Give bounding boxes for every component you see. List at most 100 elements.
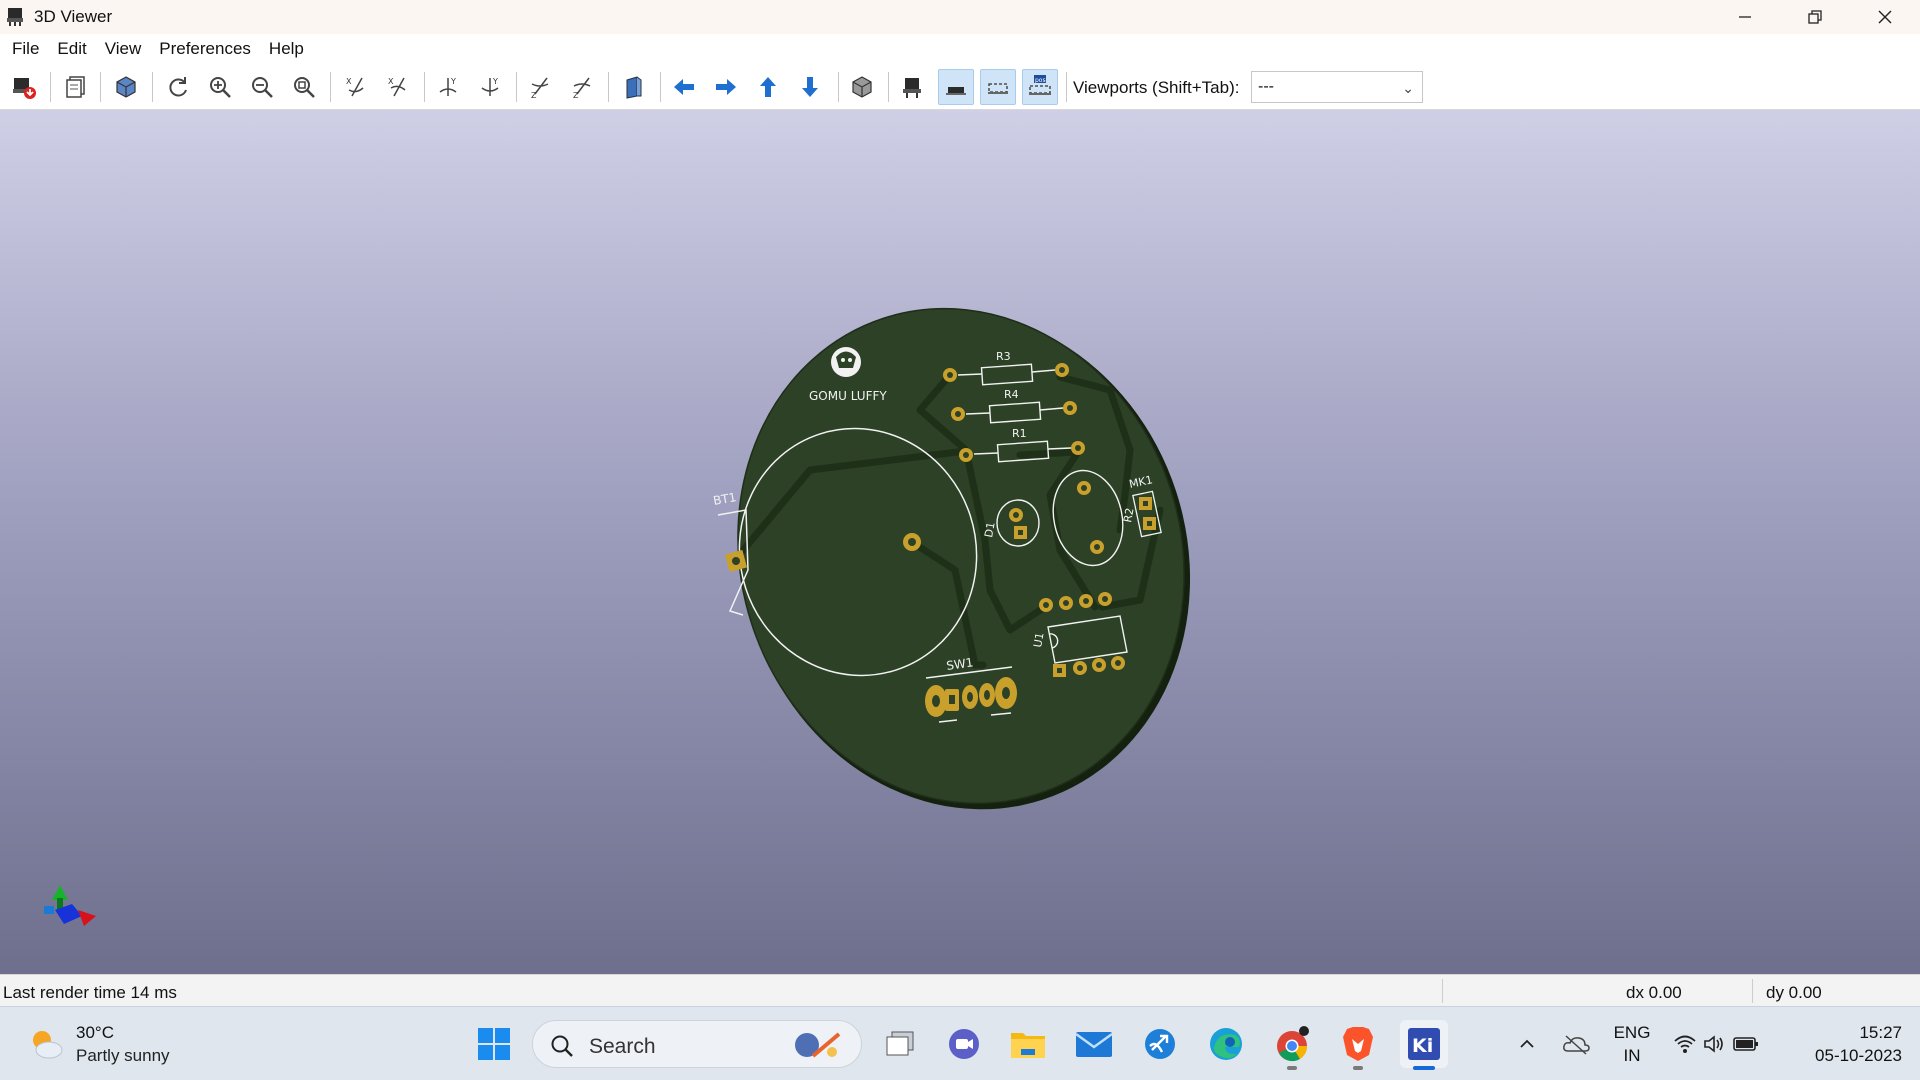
svg-text:Y: Y (492, 77, 498, 86)
meet-icon (949, 1029, 979, 1059)
svg-text:Ki: Ki (1412, 1035, 1433, 1057)
brave-button[interactable] (1334, 1020, 1382, 1070)
onedrive-button[interactable] (1552, 1020, 1600, 1068)
lang-top[interactable]: ENG (1610, 1023, 1654, 1043)
zoom-fit-icon (294, 77, 315, 98)
title-bar: 3D Viewer (0, 0, 1920, 34)
search-label: Search (589, 1035, 656, 1058)
menu-file[interactable]: File (3, 34, 48, 64)
render-time: Last render time 14 ms (3, 983, 177, 1002)
zoom-out-icon (252, 77, 273, 98)
rotate-z-ccw-button[interactable]: Z (564, 69, 600, 105)
ref-u1: U1 (1031, 631, 1046, 648)
zoom-fit-button[interactable] (286, 69, 322, 105)
quick-settings-button[interactable] (1668, 1020, 1764, 1068)
svg-text:X: X (346, 77, 352, 86)
meet-button[interactable] (940, 1020, 988, 1068)
mail-icon (1075, 1032, 1113, 1057)
ref-r1: R1 (1012, 427, 1027, 440)
ref-bt1: BT1 (712, 490, 737, 508)
viewports-dropdown[interactable]: --- ⌄ (1251, 71, 1423, 103)
3d-box-icon (116, 76, 136, 98)
show-virtual-button[interactable] (980, 69, 1016, 105)
search-highlight-icon (795, 1032, 841, 1058)
move-down-icon (802, 77, 818, 97)
gomu-luffy-logo (831, 347, 861, 377)
zoom-out-button[interactable] (244, 69, 280, 105)
flip-board-button[interactable] (616, 69, 652, 105)
edge-button[interactable] (1202, 1020, 1250, 1068)
file-explorer-button[interactable] (1004, 1020, 1052, 1068)
kicad-button[interactable]: Ki (1400, 1020, 1448, 1070)
move-up-button[interactable] (750, 69, 786, 105)
move-left-button[interactable] (666, 69, 702, 105)
rotate-y-ccw-button[interactable]: Y (472, 69, 508, 105)
weather-widget[interactable] (22, 1020, 70, 1068)
minimize-button[interactable] (1710, 0, 1780, 34)
ref-r2: R2 (1121, 507, 1136, 524)
chevron-down-icon: ⌄ (1402, 80, 1414, 96)
move-left-icon (674, 79, 694, 95)
pcb-board (737, 307, 1185, 805)
copy-image-button[interactable] (58, 69, 94, 105)
partly-sunny-icon (33, 1031, 63, 1059)
chevron-up-icon (1520, 1039, 1534, 1048)
show-tht-button[interactable] (894, 69, 930, 105)
menu-view[interactable]: View (96, 34, 151, 64)
network-app-button[interactable] (1136, 1020, 1184, 1068)
ref-r4: R4 (1004, 388, 1019, 401)
reload-board-button[interactable] (6, 69, 42, 105)
zoom-in-button[interactable] (202, 69, 238, 105)
move-up-icon (760, 77, 776, 97)
refresh-button[interactable] (160, 69, 196, 105)
show-smd-button[interactable] (938, 69, 974, 105)
show-virtual-icon (988, 83, 1008, 94)
task-view-icon (886, 1031, 914, 1056)
rotate-z-cw-button[interactable]: Z (522, 69, 558, 105)
taskbar-search[interactable]: Search (532, 1020, 862, 1068)
ref-r3: R3 (996, 350, 1011, 363)
reload-board-icon (13, 78, 36, 99)
show-tht-icon (903, 78, 921, 98)
refresh-icon (169, 77, 187, 97)
logo-text: GOMU LUFFY (809, 389, 887, 403)
menu-edit[interactable]: Edit (48, 34, 95, 64)
onedrive-offline-icon (1563, 1035, 1590, 1055)
close-button[interactable] (1850, 0, 1920, 34)
mail-button[interactable] (1070, 1020, 1118, 1068)
rotate-x-cw-button[interactable]: X (338, 69, 374, 105)
close-icon (1878, 10, 1892, 24)
chrome-button[interactable] (1268, 1020, 1316, 1070)
flip-board-icon (626, 76, 642, 99)
ref-d1: D1 (982, 521, 997, 538)
copy-image-icon (66, 76, 85, 98)
toolbar: X X Y Y Z Z pos Viewports (Shift+Tab): -… (0, 64, 1920, 110)
ortho-toggle-button[interactable] (844, 69, 880, 105)
volume-icon (1704, 1035, 1723, 1053)
menu-preferences[interactable]: Preferences (150, 34, 260, 64)
clock-date[interactable]: 05-10-2023 (1786, 1046, 1902, 1066)
file-explorer-icon (1011, 1033, 1045, 1058)
rotate-y-cw-button[interactable]: Y (430, 69, 466, 105)
menu-help[interactable]: Help (260, 34, 313, 64)
start-button[interactable] (470, 1020, 518, 1068)
lang-bottom[interactable]: IN (1610, 1046, 1654, 1066)
restore-icon (1808, 10, 1822, 24)
viewports-label: Viewports (Shift+Tab): (1073, 78, 1240, 97)
minimize-icon (1739, 16, 1751, 18)
wifi-icon (1674, 1035, 1696, 1053)
move-down-button[interactable] (792, 69, 828, 105)
clock-time[interactable]: 15:27 (1786, 1023, 1902, 1043)
show-not-in-pos-button[interactable]: pos (1022, 69, 1058, 105)
viewports-value: --- (1258, 78, 1274, 95)
move-right-button[interactable] (708, 69, 744, 105)
kicad-3d-viewer-icon (7, 8, 23, 26)
3d-box-button[interactable] (108, 69, 144, 105)
show-hidden-icons-button[interactable] (1503, 1020, 1551, 1068)
status-dy: dy 0.00 (1766, 983, 1822, 1002)
rotate-x-ccw-button[interactable]: X (380, 69, 416, 105)
status-dx: dx 0.00 (1626, 983, 1682, 1002)
restore-button[interactable] (1780, 0, 1850, 34)
task-view-button[interactable] (876, 1020, 924, 1068)
3d-viewport[interactable]: BT1 GOMU LUFFY R3 R4 R1 D1 MK1 R2 U1 SW1 (0, 110, 1920, 974)
